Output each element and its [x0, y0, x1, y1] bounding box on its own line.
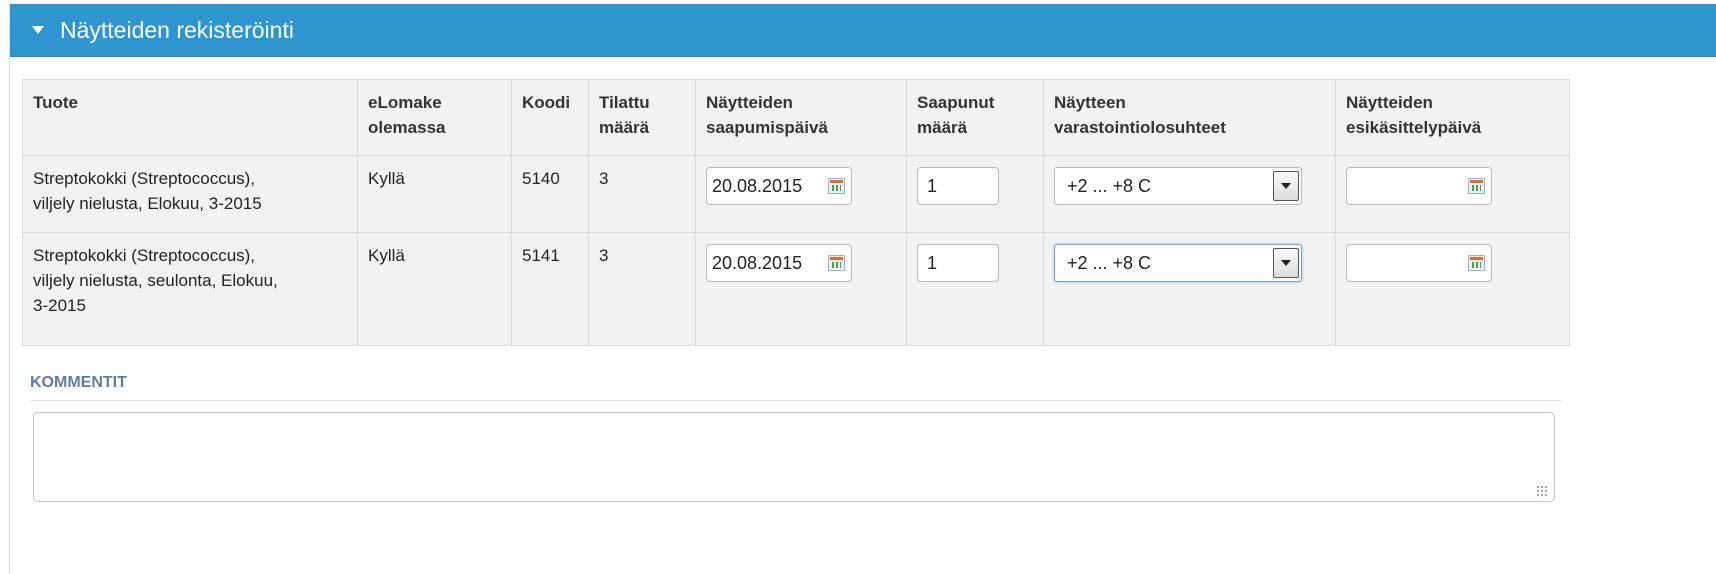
elomake-cell: Kyllä: [357, 155, 512, 233]
samples-table: Tuote eLomake olemassa Koodi Tilattu määrä…: [22, 79, 1570, 346]
code-cell: 5141: [511, 232, 589, 346]
elomake-cell: Kyllä: [357, 232, 512, 346]
storage-value: +2 ... +8 C: [1067, 175, 1152, 196]
arrived-qty-input[interactable]: 1: [917, 244, 999, 282]
table-header-row: Tuote eLomake olemassa Koodi Tilattu määrä…: [22, 79, 1570, 156]
arrival-date-value: 20.08.2015: [712, 175, 803, 196]
resize-grip-icon[interactable]: [1536, 485, 1548, 497]
pretreat-date-cell: [1335, 232, 1570, 346]
product-cell: Streptokokki (Streptococcus), viljely nie…: [22, 232, 358, 346]
chevron-down-icon[interactable]: [1273, 171, 1299, 201]
comments-label: KOMMENTIT: [30, 374, 127, 391]
divider: [30, 400, 1562, 401]
product-cell: Streptokokki (Streptococcus), viljely nie…: [22, 155, 358, 233]
arrival-date-value: 20.08.2015: [712, 252, 803, 273]
arrival-date-input[interactable]: 20.08.2015: [706, 244, 852, 282]
panel-header[interactable]: Näytteiden rekisteröinti: [10, 4, 1716, 57]
pretreat-date-input[interactable]: [1346, 244, 1492, 282]
comments-textarea[interactable]: [33, 412, 1555, 502]
storage-select[interactable]: +2 ... +8 C: [1054, 167, 1302, 205]
arrived-qty-cell: 1: [906, 232, 1044, 346]
col-esikasittely: Näytteiden esikäsittelypäivä: [1335, 79, 1570, 156]
calendar-icon[interactable]: [828, 178, 845, 194]
arrival-date-input[interactable]: 20.08.2015: [706, 167, 852, 205]
collapse-triangle-icon[interactable]: [32, 26, 44, 34]
arrived-qty-input[interactable]: 1: [917, 167, 999, 205]
table-row: Streptokokki (Streptococcus), viljely nie…: [22, 232, 1570, 346]
ordered-cell: 3: [588, 155, 696, 233]
chevron-down-icon[interactable]: [1273, 248, 1299, 278]
calendar-icon[interactable]: [1468, 255, 1485, 271]
table-row: Streptokokki (Streptococcus), viljely nie…: [22, 155, 1570, 233]
col-varastointi: Näytteen varastointiolosuhteet: [1043, 79, 1336, 156]
arrival-date-cell: 20.08.2015: [695, 155, 907, 233]
ordered-cell: 3: [588, 232, 696, 346]
col-koodi: Koodi: [511, 79, 589, 156]
pretreat-date-input[interactable]: [1346, 167, 1492, 205]
col-saapunut: Saapunut määrä: [906, 79, 1044, 156]
pretreat-date-cell: [1335, 155, 1570, 233]
col-tuote: Tuote: [22, 79, 358, 156]
arrival-date-cell: 20.08.2015: [695, 232, 907, 346]
col-saapumispaiva: Näytteiden saapumispäivä: [695, 79, 907, 156]
storage-cell: +2 ... +8 C: [1043, 155, 1336, 233]
storage-select[interactable]: +2 ... +8 C: [1054, 244, 1302, 282]
calendar-icon[interactable]: [1468, 178, 1485, 194]
arrived-qty-cell: 1: [906, 155, 1044, 233]
col-tilattu: Tilattu määrä: [588, 79, 696, 156]
storage-value: +2 ... +8 C: [1067, 252, 1152, 273]
code-cell: 5140: [511, 155, 589, 233]
calendar-icon[interactable]: [828, 255, 845, 271]
col-elomake: eLomake olemassa: [357, 79, 512, 156]
storage-cell: +2 ... +8 C: [1043, 232, 1336, 346]
panel-title: Näytteiden rekisteröinti: [60, 16, 294, 43]
